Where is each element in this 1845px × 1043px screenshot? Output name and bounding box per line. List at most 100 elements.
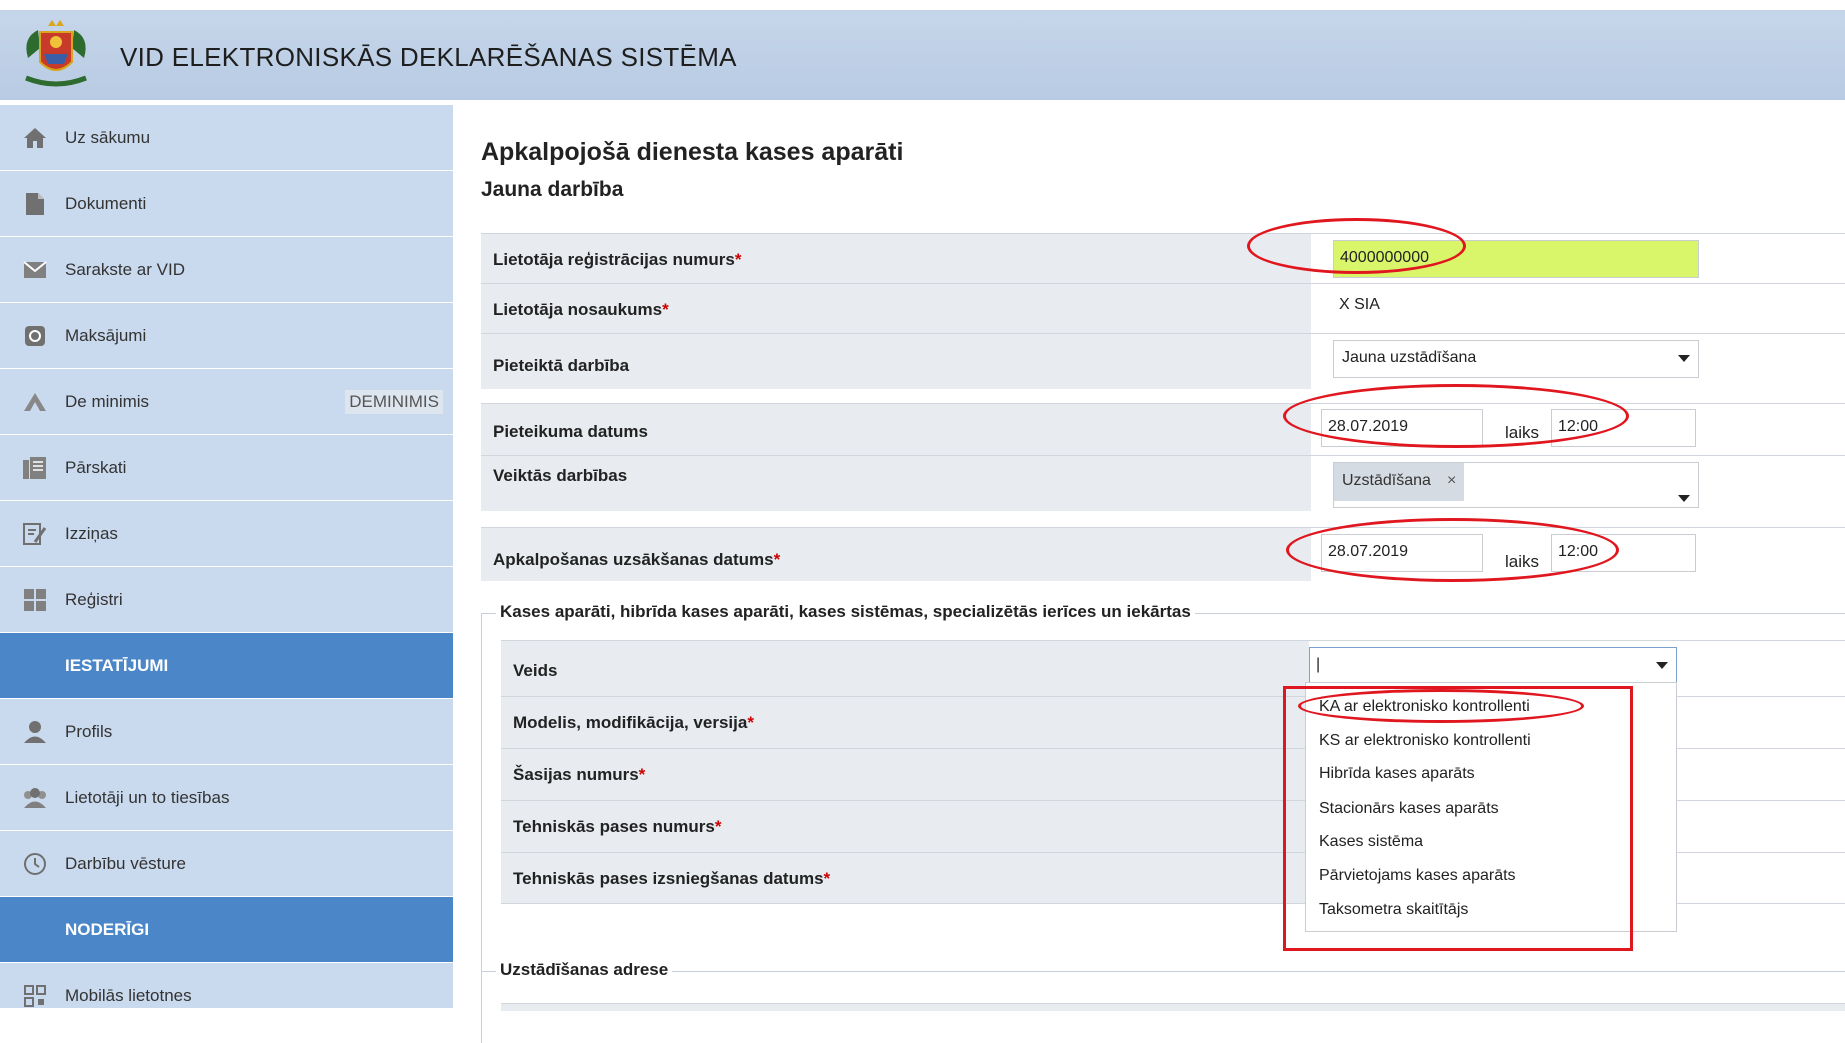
field-label: Tehniskās pases izsniegšanas datums* — [513, 869, 831, 888]
time-label: laiks — [1505, 552, 1540, 571]
sidebar-item-label: Uz sākumu — [65, 127, 151, 147]
field-label: Pieteikuma datums — [493, 422, 648, 441]
sidebar-item-label: Darbību vēsture — [65, 853, 186, 873]
chevron-down-icon — [1678, 355, 1690, 362]
field-label: Apkalpošanas uzsākšanas datums* — [493, 550, 781, 569]
fieldset-legend: Uzstādīšanas adrese — [496, 960, 673, 980]
certificate-icon — [20, 520, 50, 548]
sidebar-section-settings: IESTATĪJUMI — [0, 633, 453, 699]
sidebar-item-label: Izziņas — [65, 523, 118, 543]
field-label: Veids — [513, 661, 558, 680]
sidebar-item-label: Dokumenti — [65, 193, 147, 213]
type-select[interactable]: | — [1309, 647, 1677, 685]
field-row-performed-actions: Veiktās darbības Uzstādīšana × — [481, 455, 1845, 511]
field-row-reg-number: Lietotāja reģistrācijas numurs* 40000000… — [481, 233, 1845, 283]
dropdown-option[interactable]: Taksometra skaitītājs — [1319, 901, 1468, 919]
scales-icon — [20, 388, 50, 416]
application-date-input[interactable]: 28.07.2019 — [1321, 409, 1483, 447]
field-value-area: X SIA — [1311, 284, 1845, 333]
field-label: Modelis, modifikācija, versija* — [513, 713, 754, 732]
sidebar-item-history[interactable]: Darbību vēsture — [0, 831, 453, 897]
sidebar-item-label: Profils — [65, 721, 113, 741]
sidebar-section-useful: NODERĪGI — [0, 897, 453, 963]
users-icon — [20, 784, 50, 812]
dropdown-option[interactable]: Kases sistēma — [1319, 833, 1423, 851]
field-value-area: Jauna uzstādīšana — [1311, 334, 1845, 389]
selected-tag: Uzstādīšana × — [1334, 463, 1465, 501]
sidebar-item-label: Mobilās lietotnes — [65, 985, 192, 1005]
action-select[interactable]: Jauna uzstādīšana — [1333, 340, 1699, 378]
field-label: Lietotāja nosaukums* — [493, 300, 669, 319]
application-time-input[interactable]: 12:00 — [1551, 409, 1696, 447]
coat-of-arms-logo — [25, 20, 87, 87]
deminimis-badge: DEMINIMIS — [345, 390, 443, 414]
field-label: Pieteiktā darbība — [493, 356, 630, 375]
type-select-value: | — [1316, 656, 1321, 673]
sidebar-item-label: Reģistri — [65, 589, 123, 609]
tag-label: Uzstādīšana — [1342, 472, 1431, 489]
sidebar-item-label: Maksājumi — [65, 325, 147, 345]
section-label: NODERĪGI — [65, 919, 150, 939]
chevron-down-icon — [1678, 495, 1690, 502]
field-label: Veiktās darbības — [493, 466, 628, 485]
sidebar-item-mobile-apps[interactable]: Mobilās lietotnes — [0, 963, 453, 1029]
sidebar-item-profile[interactable]: Profils — [0, 699, 453, 765]
sidebar-item-messages[interactable]: Sarakste ar VID — [0, 237, 453, 303]
field-row-service-start: Apkalpošanas uzsākšanas datums* 28.07.20… — [481, 527, 1845, 581]
dropdown-option[interactable]: KA ar elektronisko kontrollenti — [1319, 698, 1530, 716]
dropdown-option[interactable]: Pārvietojams kases aparāts — [1319, 867, 1516, 885]
sidebar-item-label: Sarakste ar VID — [65, 259, 185, 279]
sidebar-item-label: De minimis — [65, 391, 150, 411]
user-name-value: X SIA — [1339, 296, 1380, 313]
sidebar-item-registers[interactable]: Reģistri — [0, 567, 453, 633]
sidebar-item-users[interactable]: Lietotāji un to tiesības — [0, 765, 453, 831]
sidebar-item-label: Lietotāji un to tiesības — [65, 787, 230, 807]
time-label: laiks — [1505, 423, 1540, 442]
field-label: Tehniskās pases numurs* — [513, 817, 722, 836]
field-value-area: 28.07.2019 laiks 12:00 — [1311, 404, 1845, 455]
action-select-value: Jauna uzstādīšana — [1342, 349, 1477, 366]
app-title: VID ELEKTRONISKĀS DEKLARĒŠANAS SISTĒMA — [120, 42, 737, 72]
sidebar-item-documents[interactable]: Dokumenti — [0, 171, 453, 237]
performed-actions-multiselect[interactable]: Uzstādīšana × — [1333, 462, 1699, 508]
dropdown-option[interactable]: Stacionārs kases aparāts — [1319, 800, 1499, 818]
field-row-user-name: Lietotāja nosaukums* X SIA — [481, 283, 1845, 333]
sidebar: Uz sākumu Dokumenti Sarakste ar VID Maks… — [0, 105, 453, 1029]
close-icon[interactable]: × — [1447, 472, 1456, 489]
envelope-icon — [20, 256, 50, 284]
field-label: Šasijas numurs* — [513, 765, 646, 784]
field-value-area: 28.07.2019 laiks 12:00 — [1311, 528, 1845, 581]
sidebar-item-reports[interactable]: Pārskati — [0, 435, 453, 501]
field-value-area: 4000000000 — [1311, 234, 1845, 283]
reg-number-input[interactable]: 4000000000 — [1333, 240, 1699, 278]
page-title: Apkalpojošā dienesta kases aparāti — [481, 138, 904, 166]
dropdown-option[interactable]: Hibrīda kases aparāts — [1319, 765, 1475, 783]
field-row-application-date: Pieteikuma datums 28.07.2019 laiks 12:00 — [481, 403, 1845, 455]
user-icon — [20, 718, 50, 746]
address-row — [501, 1003, 1845, 1011]
payment-icon — [20, 322, 50, 350]
type-dropdown-list: KA ar elektronisko kontrollenti KS ar el… — [1305, 682, 1677, 932]
fieldset-legend: Kases aparāti, hibrīda kases aparāti, ka… — [496, 602, 1195, 622]
section-label: IESTATĪJUMI — [65, 655, 169, 675]
sidebar-item-certificates[interactable]: Izziņas — [0, 501, 453, 567]
sidebar-item-de-minimis[interactable]: De minimis DEMINIMIS — [0, 369, 453, 435]
document-icon — [20, 190, 50, 218]
service-start-time-input[interactable]: 12:00 — [1551, 534, 1696, 572]
field-row-action: Pieteiktā darbība Jauna uzstādīšana — [481, 333, 1845, 389]
page-subtitle: Jauna darbība — [481, 178, 624, 201]
sidebar-item-payments[interactable]: Maksājumi — [0, 303, 453, 369]
sidebar-item-home[interactable]: Uz sākumu — [0, 105, 453, 171]
dropdown-option[interactable]: KS ar elektronisko kontrollenti — [1319, 732, 1531, 750]
chevron-down-icon — [1656, 662, 1668, 669]
service-start-date-input[interactable]: 28.07.2019 — [1321, 534, 1483, 572]
reports-icon — [20, 454, 50, 482]
field-value-area: Uzstādīšana × — [1311, 456, 1845, 511]
field-label: Lietotāja reģistrācijas numurs* — [493, 250, 742, 269]
grid-icon — [20, 586, 50, 614]
sidebar-item-label: Pārskati — [65, 457, 127, 477]
app-header: VID ELEKTRONISKĀS DEKLARĒŠANAS SISTĒMA — [0, 10, 1845, 100]
qr-icon — [20, 982, 50, 1010]
history-icon — [20, 850, 50, 878]
home-icon — [20, 124, 50, 152]
